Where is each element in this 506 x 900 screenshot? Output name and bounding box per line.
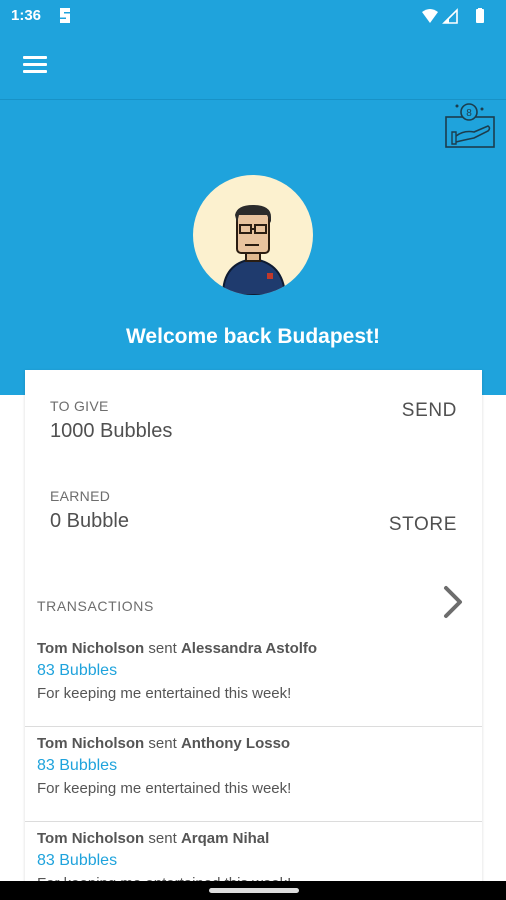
hand-coin-icon: 8 [445,103,495,148]
balance-card: TO GIVE 1000 Bubbles SEND EARNED 0 Bubbl… [25,370,482,900]
home-gesture-handle[interactable] [209,888,299,893]
transaction-line: Tom Nicholson sent Arqam Nihal [37,830,470,847]
signal-icon [442,8,458,24]
send-button[interactable]: SEND [402,400,457,422]
transaction-amount: 83 Bubbles [37,662,118,679]
store-button[interactable]: STORE [389,514,457,536]
transaction-verb: sent [148,640,177,657]
hero-section: 8 Welcome back Budapest! [0,100,506,395]
status-time: 1:36 [11,7,42,24]
battery-icon [476,8,484,23]
transactions-title: TRANSACTIONS [37,598,154,614]
menu-button[interactable] [14,43,58,87]
avatar [193,175,313,295]
transaction-sender: Tom Nicholson [37,830,145,847]
transaction-line: Tom Nicholson sent Anthony Losso [37,735,470,752]
transaction-line: Tom Nicholson sent Alessandra Astolfo [37,640,470,657]
transactions-header: TRANSACTIONS [37,586,482,636]
earned-label: EARNED [50,488,111,504]
transaction-message: For keeping me entertained this week! [37,780,292,797]
avatar-illustration [221,205,287,295]
to-give-value: 1000 Bubbles [50,420,173,442]
transactions-more-button[interactable] [438,582,466,622]
status-bar: 1:36 [0,0,506,32]
earned-row: EARNED 0 Bubble STORE [50,488,457,536]
transaction-amount: 83 Bubbles [37,852,118,869]
to-give-label: TO GIVE [50,398,109,414]
system-nav-bar [0,881,506,900]
s-notification-icon [60,8,70,23]
transactions-list: Tom Nicholson sent Alessandra Astolfo 83… [25,632,482,900]
transaction-sender: Tom Nicholson [37,640,145,657]
chevron-right-icon [444,586,462,618]
svg-text:8: 8 [466,108,472,119]
welcome-text: Welcome back Budapest! [125,325,381,348]
wifi-icon [422,9,438,23]
transaction-receiver: Alessandra Astolfo [180,640,318,657]
transaction-verb: sent [148,830,177,847]
to-give-row: TO GIVE 1000 Bubbles SEND [50,398,457,443]
app-bar [0,32,506,100]
transaction-receiver: Arqam Nihal [180,830,270,847]
transaction-amount: 83 Bubbles [37,757,118,774]
hand-coin-button[interactable]: 8 [444,100,498,150]
transaction-sender: Tom Nicholson [37,735,145,752]
transaction-verb: sent [148,735,177,752]
transaction-receiver: Anthony Losso [180,735,291,752]
status-icons [422,8,484,24]
transaction-message: For keeping me entertained this week! [37,685,292,702]
hamburger-menu-icon [23,56,47,59]
transaction-item[interactable]: Tom Nicholson sent Alessandra Astolfo 83… [25,632,482,727]
transaction-item[interactable]: Tom Nicholson sent Anthony Losso 83 Bubb… [25,727,482,822]
